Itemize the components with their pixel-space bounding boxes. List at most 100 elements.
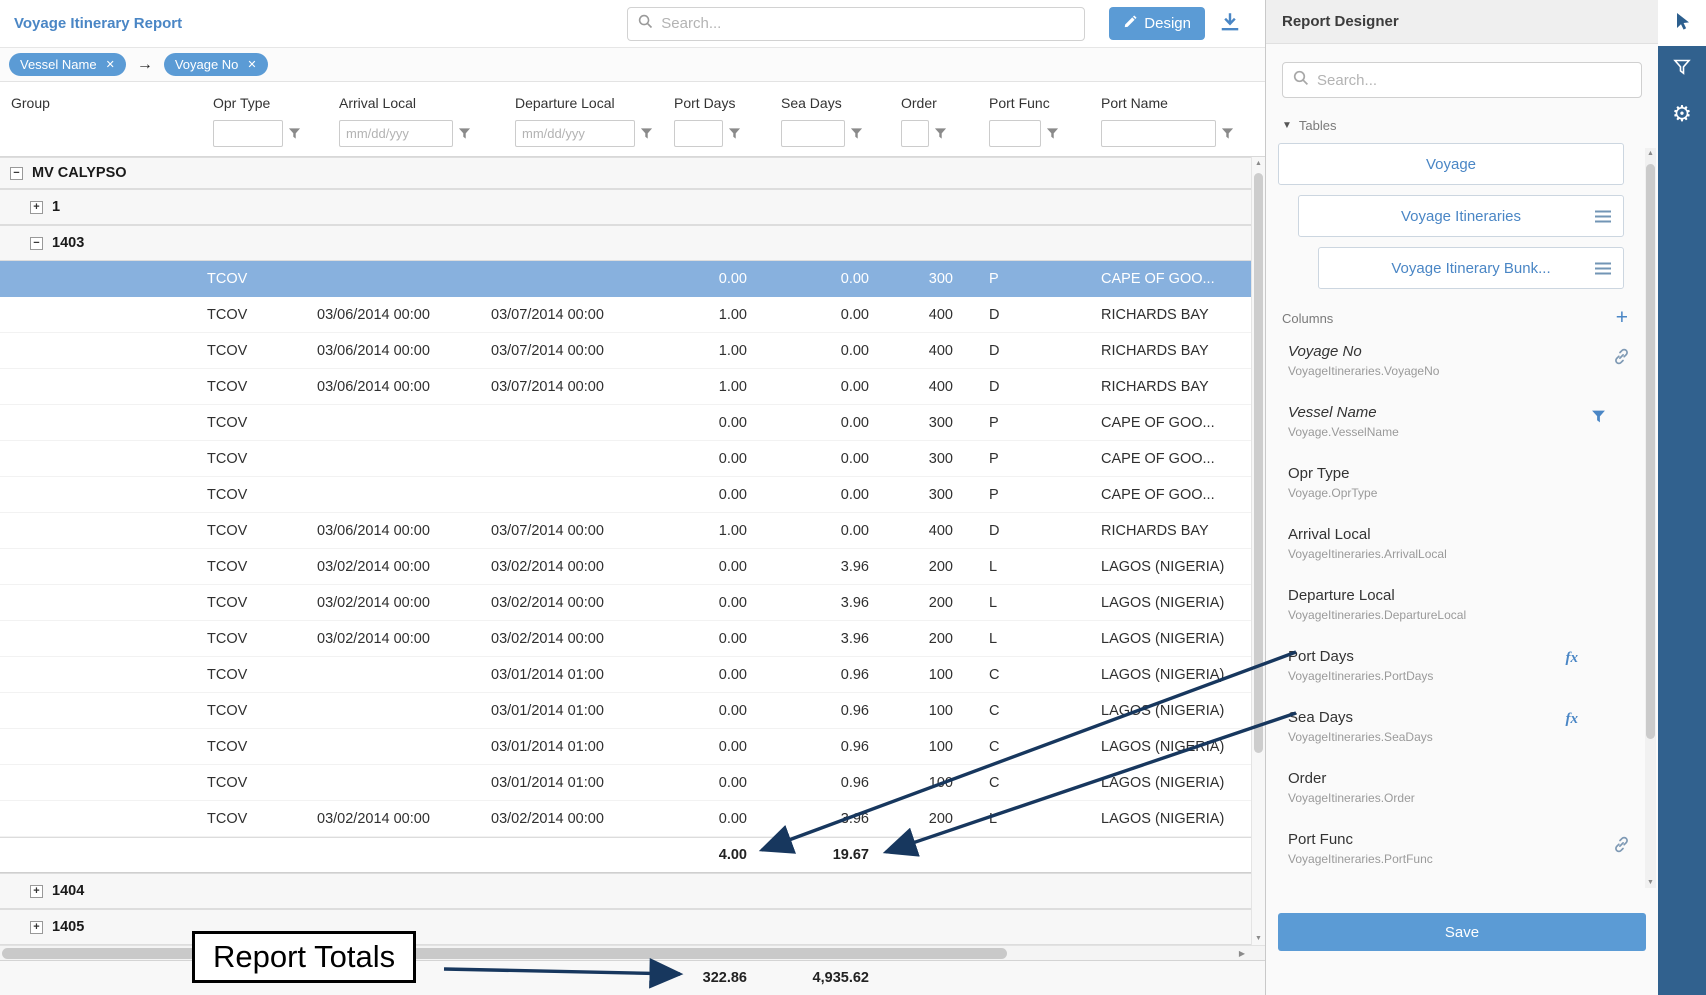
table-button-voyage[interactable]: Voyage [1278, 143, 1624, 185]
expand-toggle-icon[interactable]: + [30, 201, 43, 214]
data-row[interactable]: TCOV03/06/2014 00:0003/07/2014 00:001.00… [0, 513, 1252, 549]
data-row[interactable]: TCOV0.000.00300PCAPE OF GOO... [0, 405, 1252, 441]
tables-section-header[interactable]: ▼ Tables [1266, 108, 1658, 141]
column-filter-input-order[interactable] [901, 120, 929, 147]
filter-funnel-icon[interactable] [1046, 127, 1059, 140]
data-row[interactable]: TCOV03/01/2014 01:000.000.96100CLAGOS (N… [0, 693, 1252, 729]
scroll-right-icon[interactable]: ▶ [1239, 949, 1245, 958]
panel-scrollbar-thumb[interactable] [1646, 164, 1655, 739]
group-chip-label: Vessel Name [20, 57, 97, 72]
group-row-1404[interactable]: +1404 [0, 873, 1252, 909]
cell: LAGOS (NIGERIA) [1073, 595, 1252, 611]
column-header-port-func[interactable]: Port Func [961, 95, 1073, 111]
cell: 0.00 [667, 595, 755, 611]
column-filter-input-arrival-local[interactable] [339, 120, 453, 147]
column-header-group[interactable]: Group [0, 95, 203, 111]
data-row[interactable]: TCOV03/06/2014 00:0003/07/2014 00:001.00… [0, 369, 1252, 405]
designer-column-opr-type[interactable]: Opr TypeVoyage.OprType [1266, 457, 1658, 518]
group-row-1405[interactable]: +1405 [0, 909, 1252, 945]
expand-toggle-icon[interactable]: + [30, 885, 43, 898]
filter-funnel-icon[interactable] [458, 127, 471, 140]
group-chip-vessel-name[interactable]: Vessel Name ✕ [9, 53, 126, 76]
collapse-triangle-icon[interactable]: ▼ [1282, 120, 1292, 131]
column-header-sea-days[interactable]: Sea Days [755, 95, 877, 111]
column-header-departure-local[interactable]: Departure Local [485, 95, 667, 111]
data-row[interactable]: TCOV03/06/2014 00:0003/07/2014 00:001.00… [0, 297, 1252, 333]
filter-funnel-icon[interactable] [1591, 409, 1606, 424]
column-header-port-days[interactable]: Port Days [667, 95, 755, 111]
group-row-1[interactable]: +1 [0, 189, 1252, 225]
scroll-up-icon[interactable]: ▲ [1252, 160, 1265, 167]
column-header-port-name[interactable]: Port Name [1073, 95, 1252, 111]
data-row[interactable]: TCOV03/02/2014 00:0003/02/2014 00:000.00… [0, 585, 1252, 621]
table-menu-icon[interactable] [1595, 262, 1611, 275]
chip-remove-icon[interactable]: ✕ [247, 58, 256, 71]
data-row[interactable]: TCOV03/01/2014 01:000.000.96100CLAGOS (N… [0, 765, 1252, 801]
collapse-toggle-icon[interactable]: − [10, 167, 23, 180]
cell: C [961, 739, 1073, 755]
design-button[interactable]: Design [1109, 7, 1205, 40]
cell: TCOV [203, 451, 315, 467]
designer-column-arrival-local[interactable]: Arrival LocalVoyageItineraries.ArrivalLo… [1266, 518, 1658, 579]
report-search-box[interactable] [627, 7, 1085, 41]
group-row-mv-calypso[interactable]: −MV CALYPSO [0, 157, 1252, 189]
designer-column-port-func[interactable]: Port FuncVoyageItineraries.PortFunc [1266, 823, 1658, 884]
download-button[interactable] [1219, 12, 1241, 35]
vertical-scrollbar[interactable]: ▲ ▼ [1251, 157, 1265, 945]
table-button-voyage-itinerary-bunk[interactable]: Voyage Itinerary Bunk... [1318, 247, 1624, 289]
designer-column-departure-local[interactable]: Departure LocalVoyageItineraries.Departu… [1266, 579, 1658, 640]
designer-search-box[interactable] [1282, 62, 1642, 98]
scroll-down-icon[interactable]: ▼ [1252, 935, 1265, 942]
add-column-icon[interactable]: + [1616, 309, 1628, 327]
report-search-input[interactable] [661, 15, 1074, 32]
scroll-down-icon[interactable]: ▼ [1645, 879, 1656, 886]
filter-tool-button[interactable] [1658, 46, 1706, 92]
column-item-source: VoyageItineraries.PortDays [1288, 669, 1612, 683]
data-row[interactable]: TCOV03/02/2014 00:0003/02/2014 00:000.00… [0, 801, 1252, 837]
column-header-arrival-local[interactable]: Arrival Local [315, 95, 485, 111]
filter-funnel-icon[interactable] [288, 127, 301, 140]
designer-column-port-days[interactable]: Port DaysVoyageItineraries.PortDaysfx [1266, 640, 1658, 701]
column-filter-input-port-name[interactable] [1101, 120, 1216, 147]
data-row[interactable]: TCOV03/01/2014 01:000.000.96100CLAGOS (N… [0, 729, 1252, 765]
group-chip-voyage-no[interactable]: Voyage No✕ [164, 53, 268, 76]
panel-scrollbar[interactable]: ▲ ▼ [1645, 148, 1656, 888]
designer-column-voyage-no[interactable]: Voyage NoVoyageItineraries.VoyageNo [1266, 335, 1658, 396]
column-filter-input-port-func[interactable] [989, 120, 1041, 147]
designer-column-vessel-name[interactable]: Vessel NameVoyage.VesselName [1266, 396, 1658, 457]
column-header-order[interactable]: Order [877, 95, 961, 111]
filter-funnel-icon[interactable] [1221, 127, 1234, 140]
settings-tool-button[interactable]: ⚙ [1658, 92, 1706, 138]
filter-funnel-icon[interactable] [934, 127, 947, 140]
chip-remove-icon[interactable]: ✕ [106, 58, 115, 71]
data-row[interactable]: TCOV03/06/2014 00:0003/07/2014 00:001.00… [0, 333, 1252, 369]
group-row-1403[interactable]: −1403 [0, 225, 1252, 261]
pointer-tool-button[interactable] [1658, 0, 1706, 46]
collapse-toggle-icon[interactable]: − [30, 237, 43, 250]
column-filter-input-sea-days[interactable] [781, 120, 845, 147]
table-menu-icon[interactable] [1595, 210, 1611, 223]
data-row[interactable]: TCOV03/02/2014 00:0003/02/2014 00:000.00… [0, 549, 1252, 585]
data-row[interactable]: TCOV0.000.00300PCAPE OF GOO... [0, 441, 1252, 477]
table-button-voyage-itineraries[interactable]: Voyage Itineraries [1298, 195, 1624, 237]
filter-funnel-icon[interactable] [850, 127, 863, 140]
filter-funnel-icon[interactable] [728, 127, 741, 140]
column-filter-input-opr-type[interactable] [213, 120, 283, 147]
save-button[interactable]: Save [1278, 913, 1646, 951]
expand-toggle-icon[interactable]: + [30, 921, 43, 934]
designer-search-input[interactable] [1317, 72, 1631, 89]
horizontal-scrollbar-thumb[interactable] [2, 948, 1007, 959]
vertical-scrollbar-thumb[interactable] [1254, 173, 1263, 753]
data-row[interactable]: TCOV0.000.00300PCAPE OF GOO... [0, 261, 1252, 297]
column-filter-input-port-days[interactable] [674, 120, 723, 147]
data-row[interactable]: TCOV0.000.00300PCAPE OF GOO... [0, 477, 1252, 513]
column-filter-input-departure-local[interactable] [515, 120, 635, 147]
filter-funnel-icon[interactable] [640, 127, 653, 140]
designer-column-order[interactable]: OrderVoyageItineraries.Order [1266, 762, 1658, 823]
data-row[interactable]: TCOV03/01/2014 01:000.000.96100CLAGOS (N… [0, 657, 1252, 693]
column-header-opr-type[interactable]: Opr Type [203, 95, 315, 111]
data-row[interactable]: TCOV03/02/2014 00:0003/02/2014 00:000.00… [0, 621, 1252, 657]
horizontal-scrollbar[interactable]: ▶ [0, 945, 1265, 960]
scroll-up-icon[interactable]: ▲ [1645, 150, 1656, 157]
designer-column-sea-days[interactable]: Sea DaysVoyageItineraries.SeaDaysfx [1266, 701, 1658, 762]
